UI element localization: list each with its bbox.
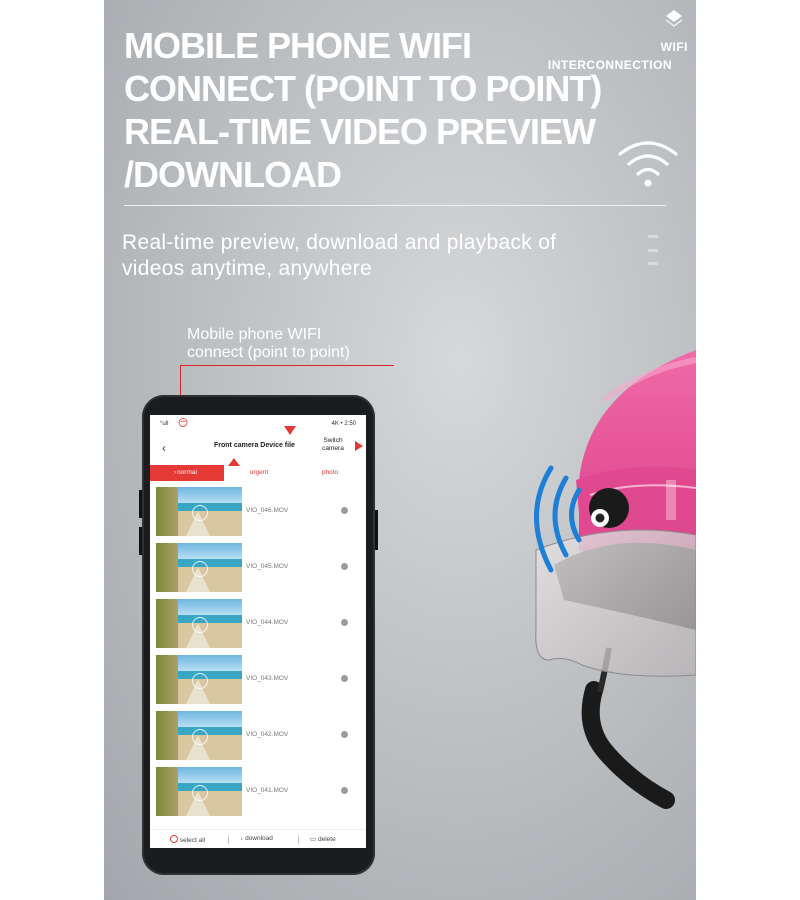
select-radio[interactable] (341, 787, 348, 794)
download-button[interactable]: ↓ download (240, 835, 273, 842)
video-thumbnail[interactable] (156, 543, 242, 592)
phone-side-button (139, 490, 142, 518)
switch-camera-button[interactable]: Switch camera (316, 437, 350, 453)
video-thumbnail[interactable] (156, 711, 242, 760)
select-radio[interactable] (341, 731, 348, 738)
tab-photo[interactable]: photo (294, 465, 366, 481)
file-tabs: › normal urgent photo (150, 465, 366, 481)
subtitle-line-1: Real-time preview, download and playback… (122, 231, 557, 254)
highlight-marker (355, 441, 363, 451)
tab-normal[interactable]: › normal (150, 465, 224, 481)
headline-line-4: /DOWNLOAD (124, 154, 342, 195)
status-right: 4K • 2:50 (331, 421, 356, 427)
status-bar: °ull 4K • 2:50 (150, 415, 366, 429)
tab-urgent[interactable]: urgent (224, 465, 294, 481)
list-item[interactable]: VIO_044.MOV (150, 599, 366, 651)
list-item[interactable]: VIO_042.MOV (150, 711, 366, 763)
product-poster: MOBILE PHONE WIFI CONNECT (POINT TO POIN… (104, 0, 696, 900)
play-icon (192, 505, 208, 521)
decor-dash (648, 249, 658, 252)
helmet-illustration (534, 350, 696, 809)
play-icon (192, 673, 208, 689)
highlight-marker (284, 426, 296, 435)
select-radio[interactable] (341, 563, 348, 570)
headline-line-3: REAL-TIME VIDEO PREVIEW (124, 111, 596, 152)
tab-photo-label: photo (321, 469, 339, 476)
delete-button[interactable]: ▭ delete (310, 835, 336, 843)
divider (124, 205, 666, 206)
app-title: Front camera Device file (214, 442, 295, 449)
tab-urgent-label: urgent (249, 469, 269, 476)
video-thumbnail[interactable] (156, 599, 242, 648)
play-icon (192, 617, 208, 633)
file-name: VIO_042.MOV (246, 731, 289, 738)
video-thumbnail[interactable] (156, 767, 242, 816)
select-all-icon (170, 835, 178, 843)
download-icon: ↓ (240, 835, 244, 842)
callout-line-1: Mobile phone WIFI (187, 326, 322, 343)
wifi-icon (618, 141, 678, 187)
phone-screen: °ull 4K • 2:50 ‹ Front camera Device fil… (150, 415, 366, 848)
file-name: VIO_045.MOV (246, 563, 289, 570)
list-item[interactable]: VIO_045.MOV (150, 543, 366, 595)
app-bar: ‹ Front camera Device file Switch camera (150, 426, 366, 466)
select-radio[interactable] (341, 507, 348, 514)
status-left: °ull (160, 421, 169, 427)
bottom-action-bar: select all ↓ download ▭ delete (150, 829, 366, 848)
phone-side-button (139, 527, 142, 555)
decor-dash (648, 235, 658, 238)
phone-power-button (375, 510, 378, 550)
smartphone: °ull 4K • 2:50 ‹ Front camera Device fil… (139, 395, 378, 875)
play-icon (192, 785, 208, 801)
select-radio[interactable] (341, 675, 348, 682)
wifi-callout: Mobile phone WIFI connect (point to poin… (187, 326, 350, 362)
subtitle-line-2: videos anytime, anywhere (122, 257, 372, 280)
list-item[interactable]: VIO_041.MOV (150, 767, 366, 819)
file-name: VIO_046.MOV (246, 507, 289, 514)
callout-line-2: connect (point to point) (187, 344, 350, 361)
list-item[interactable]: VIO_046.MOV (150, 487, 366, 539)
switch-label-2: camera (322, 445, 344, 452)
list-item[interactable]: VIO_043.MOV (150, 655, 366, 707)
separator (298, 835, 299, 844)
callout-leader-line (180, 365, 394, 366)
back-icon[interactable]: ‹ (162, 441, 166, 455)
chevron-icon: › (174, 470, 176, 476)
play-icon (192, 561, 208, 577)
file-name: VIO_043.MOV (246, 675, 289, 682)
diamond-icon (666, 10, 682, 27)
headline-line-2: CONNECT (POINT TO POINT) (124, 68, 602, 109)
headline: MOBILE PHONE WIFI CONNECT (POINT TO POIN… (124, 24, 602, 196)
file-name: VIO_044.MOV (246, 619, 289, 626)
subtitle: Real-time preview, download and playback… (122, 230, 556, 282)
separator (228, 835, 229, 844)
download-label: download (245, 835, 273, 842)
delete-label: delete (317, 836, 336, 843)
badge-line-2: INTERCONNECTION (547, 58, 673, 72)
select-radio[interactable] (341, 619, 348, 626)
play-icon (192, 729, 208, 745)
select-all-label: select all (179, 837, 206, 844)
file-name: VIO_041.MOV (246, 787, 289, 794)
select-all-button[interactable]: select all (170, 835, 205, 844)
badge-line-1: WIFI (660, 40, 688, 54)
video-thumbnail[interactable] (156, 487, 242, 536)
trash-icon: ▭ (310, 836, 317, 843)
switch-label-1: Switch (323, 437, 343, 444)
headline-line-1: MOBILE PHONE WIFI (124, 25, 472, 66)
tab-normal-label: normal (177, 469, 197, 476)
video-thumbnail[interactable] (156, 655, 242, 704)
decor-dash (648, 262, 658, 265)
wifi-status-icon (178, 418, 188, 427)
